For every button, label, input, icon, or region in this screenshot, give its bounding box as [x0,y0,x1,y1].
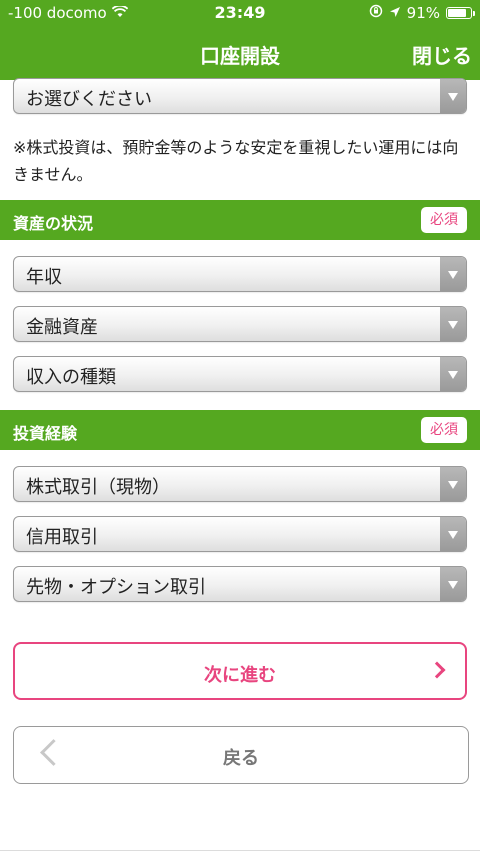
dropdown-arrow-icon [440,467,466,501]
stock-trading-select[interactable]: 株式取引（現物） [13,466,467,502]
next-button[interactable]: 次に進む [13,642,467,700]
dropdown-arrow-icon [440,567,466,601]
dropdown-arrow-icon [440,517,466,551]
battery-fill [448,9,466,17]
required-badge: 必須 [421,207,467,233]
assets-section-header: 資産の状況 必須 [0,200,480,240]
back-button[interactable]: 戻る [13,726,469,784]
divider [0,850,480,851]
stock-investment-note: ※株式投資は、預貯金等のような安定を重視したい運用には向きません。 [13,138,459,184]
dropdown-arrow-icon [440,307,466,341]
status-right: 91% [369,4,475,22]
back-button-label: 戻る [223,748,259,769]
battery-icon [446,7,475,19]
section-title: 資産の状況 [13,214,94,233]
required-badge: 必須 [421,417,467,443]
header: -100 docomo 23:49 91% 口座開設 閉じる [0,0,480,80]
status-bar: -100 docomo 23:49 91% [0,0,480,28]
battery-percent: 91% [406,4,440,22]
select-value: 収入の種類 [26,367,116,388]
select-value: 金融資産 [26,317,98,338]
dropdown-arrow-icon [440,257,466,291]
income-type-select[interactable]: 収入の種類 [13,356,467,392]
close-button[interactable]: 閉じる [412,40,472,69]
financial-assets-select[interactable]: 金融資産 [13,306,467,342]
page-title: 口座開設 [200,44,280,68]
dropdown-arrow-icon [440,79,466,113]
annual-income-select[interactable]: 年収 [13,256,467,292]
select-value: 株式取引（現物） [26,477,170,498]
location-arrow-icon [389,4,401,22]
experience-section-header: 投資経験 必須 [0,410,480,450]
dropdown-arrow-icon [440,357,466,391]
select-value: 年収 [26,267,62,288]
select-value: 先物・オプション取引 [26,577,206,598]
futures-options-select[interactable]: 先物・オプション取引 [13,566,467,602]
section-title: 投資経験 [13,424,78,443]
select-value: お選びください [26,89,152,110]
next-button-label: 次に進む [204,665,276,686]
margin-trading-select[interactable]: 信用取引 [13,516,467,552]
investment-purpose-select[interactable]: お選びください [13,78,467,114]
select-value: 信用取引 [26,527,98,548]
rotation-lock-icon [369,4,383,22]
